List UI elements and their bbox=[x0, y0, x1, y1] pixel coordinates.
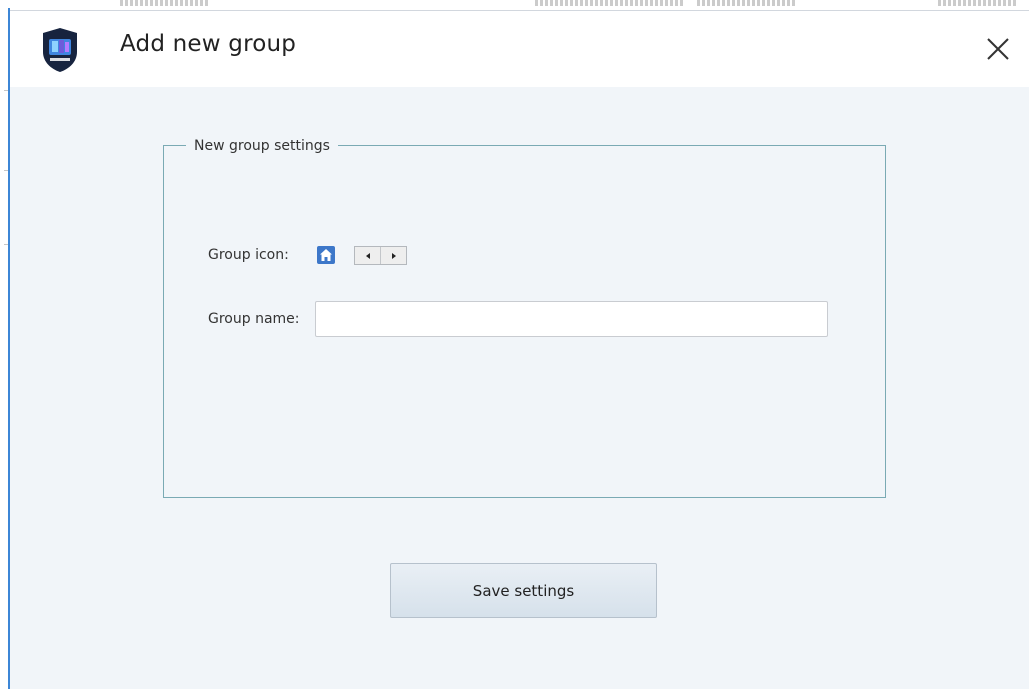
background-text bbox=[938, 0, 1016, 6]
dialog-title: Add new group bbox=[120, 31, 297, 57]
groupbox-legend: New group settings bbox=[186, 136, 338, 156]
background-text bbox=[120, 0, 208, 6]
next-icon-button[interactable] bbox=[380, 247, 406, 264]
close-button[interactable] bbox=[982, 33, 1014, 65]
background-text bbox=[697, 0, 797, 6]
save-settings-button[interactable]: Save settings bbox=[390, 563, 657, 618]
dialog-titlebar: Add new group bbox=[10, 11, 1029, 87]
group-name-label: Group name: bbox=[208, 311, 300, 327]
background-text bbox=[535, 0, 685, 6]
caret-right-icon bbox=[391, 252, 396, 259]
background-window-edge bbox=[0, 0, 8, 689]
previous-icon-button[interactable] bbox=[355, 247, 380, 264]
app-shield-logo-icon bbox=[40, 26, 80, 74]
group-icon-label: Group icon: bbox=[208, 247, 289, 263]
close-icon bbox=[987, 38, 1009, 60]
caret-left-icon bbox=[365, 252, 370, 259]
background-window-strip bbox=[0, 0, 1029, 10]
home-icon bbox=[320, 249, 332, 261]
group-name-input[interactable] bbox=[315, 301, 828, 337]
group-icon-preview bbox=[317, 246, 335, 264]
screen: Add new group New group settings Group i… bbox=[0, 0, 1029, 689]
group-icon-spinner bbox=[354, 246, 407, 265]
add-group-dialog: Add new group New group settings Group i… bbox=[10, 10, 1029, 689]
